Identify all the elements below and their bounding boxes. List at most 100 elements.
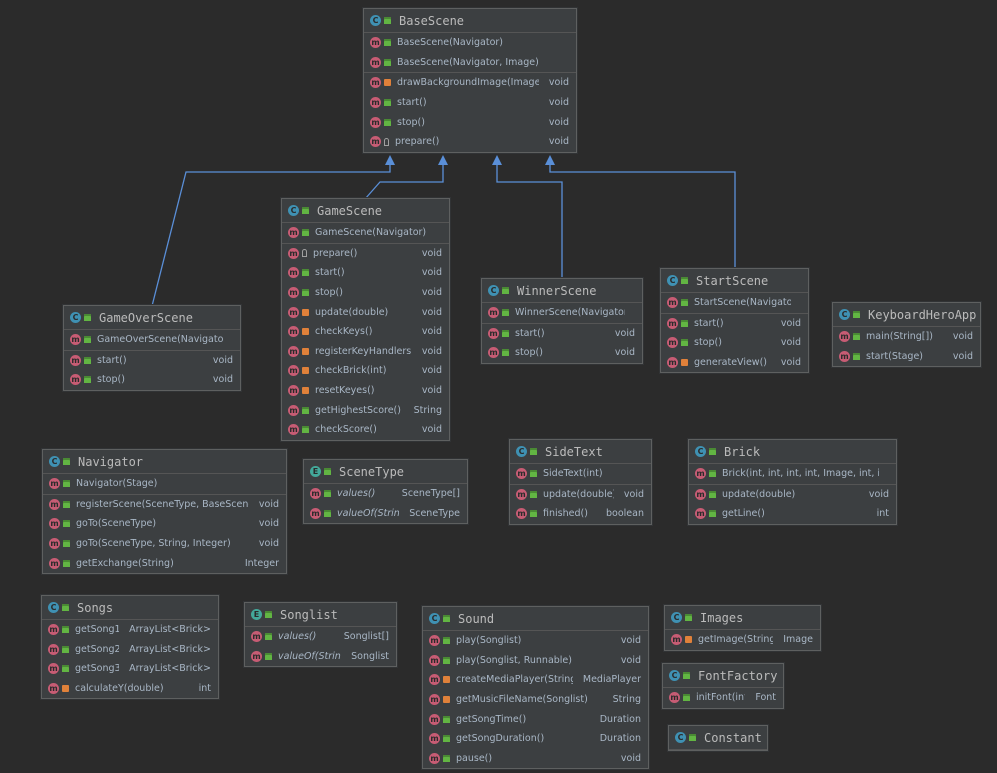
public-visibility-icon	[302, 207, 309, 214]
method-name: start()	[694, 317, 724, 329]
method-row[interactable]: m Brick(int, int, int, int, Image, int, i…	[689, 464, 896, 484]
class-box-game-scene[interactable]: C GameScene m GameScene(Navigator) m prepare(…	[281, 198, 450, 441]
method-name: checkScore()	[315, 424, 377, 436]
method-row[interactable]: m values() Songlist[]	[245, 627, 396, 647]
public-visibility-icon	[709, 490, 716, 498]
class-box-start-scene[interactable]: C StartScene m StartScene(Navigator) m start(…	[660, 268, 809, 374]
method-icon: m	[667, 337, 678, 349]
method-name: valueOf(String)	[337, 507, 400, 519]
method-row[interactable]: m checkScore() void	[282, 420, 449, 440]
method-row[interactable]: m stop() void	[482, 343, 642, 363]
method-row[interactable]: m getImage(String) Image	[665, 630, 820, 650]
method-row[interactable]: m GameScene(Navigator)	[282, 223, 449, 243]
method-name: calculateY(double)	[75, 683, 164, 695]
method-return-type: void	[421, 287, 442, 299]
method-return-type: void	[548, 77, 569, 89]
method-row[interactable]: m stop() void	[364, 112, 576, 132]
method-row[interactable]: m getSongDuration() Duration	[423, 729, 648, 749]
method-row[interactable]: m createMediaPlayer(String) MediaPlayer	[423, 670, 648, 690]
class-box-sound[interactable]: C Sound m play(Songlist) void m play(Songlist,…	[422, 606, 649, 770]
method-row[interactable]: m main(String[]) void	[833, 327, 980, 347]
method-row[interactable]: m start() void	[661, 312, 808, 334]
method-row[interactable]: m initFont(int) Font	[663, 688, 783, 708]
method-row[interactable]: m getSong3() ArrayList<Brick>	[42, 659, 218, 679]
method-row[interactable]: m prepare() void	[282, 242, 449, 264]
class-box-winner-scene[interactable]: C WinnerScene m WinnerScene(Navigator) m star…	[481, 278, 643, 364]
method-row[interactable]: m checkBrick(int) void	[282, 361, 449, 381]
class-box-scene-type[interactable]: E SceneType m values() SceneType[] m valueOf(S…	[303, 459, 468, 525]
method-row[interactable]: m getSongTime() Duration	[423, 709, 648, 729]
method-row[interactable]: m start(Stage) void	[833, 347, 980, 367]
class-box-side-text[interactable]: C SideText m SideText(int) m update(double) vo…	[509, 439, 652, 525]
method-row[interactable]: m valueOf(String) SceneType	[304, 504, 467, 524]
public-visibility-icon	[84, 356, 91, 364]
method-row[interactable]: m finished() boolean	[510, 504, 651, 524]
method-row[interactable]: m getHighestScore() String	[282, 400, 449, 420]
method-row[interactable]: m pause() void	[423, 749, 648, 769]
method-row[interactable]: m GameOverScene(Navigator)	[64, 330, 240, 350]
method-row[interactable]: m calculateY(double) int	[42, 679, 218, 699]
method-row[interactable]: m getExchange(String) Integer	[43, 553, 286, 573]
method-row[interactable]: m BaseScene(Navigator)	[364, 33, 576, 53]
method-row[interactable]: m goTo(SceneType, String, Integer) void	[43, 534, 286, 554]
method-row[interactable]: m getSong2() ArrayList<Brick>	[42, 640, 218, 660]
method-row[interactable]: m start() void	[64, 349, 240, 371]
method-row[interactable]: m update(double) void	[689, 483, 896, 505]
method-row[interactable]: m values() SceneType[]	[304, 484, 467, 504]
class-box-songs[interactable]: C Songs m getSong1() ArrayList<Brick> m getSon…	[41, 595, 219, 700]
method-row[interactable]: m registerScene(SceneType, BaseScene) void	[43, 493, 286, 515]
method-row[interactable]: m stop() void	[64, 370, 240, 390]
method-row[interactable]: m start() void	[282, 263, 449, 283]
method-name: WinnerScene(Navigator)	[515, 307, 625, 319]
method-row[interactable]: m play(Songlist) void	[423, 631, 648, 651]
method-name: GameScene(Navigator)	[315, 227, 427, 239]
class-box-constant[interactable]: C Constant	[668, 725, 768, 751]
class-box-keyboard-hero-app[interactable]: C KeyboardHeroApp m main(String[]) void m star…	[832, 302, 981, 368]
method-name: start()	[515, 327, 545, 339]
method-row[interactable]: m checkKeys() void	[282, 322, 449, 342]
method-row[interactable]: m update(double) void	[282, 302, 449, 322]
class-box-game-over-scene[interactable]: C GameOverScene m GameOverScene(Navigator) m…	[63, 305, 241, 391]
method-row[interactable]: m stop() void	[282, 283, 449, 303]
method-row[interactable]: m prepare() void	[364, 132, 576, 152]
public-visibility-icon	[502, 287, 509, 294]
method-row[interactable]: m registerKeyHandlers() void	[282, 342, 449, 362]
class-box-images[interactable]: C Images m getImage(String) Image	[664, 605, 821, 651]
class-box-songlist[interactable]: E Songlist m values() Songlist[] m valueOf(Str…	[244, 602, 397, 668]
public-visibility-icon	[683, 694, 690, 702]
method-row[interactable]: m Navigator(Stage)	[43, 474, 286, 494]
class-box-base-scene[interactable]: C BaseScene m BaseScene(Navigator) m BaseScen…	[363, 8, 577, 153]
method-row[interactable]: m generateView() void	[661, 353, 808, 373]
method-row[interactable]: m StartScene(Navigator)	[661, 293, 808, 313]
method-row[interactable]: m getSong1() ArrayList<Brick>	[42, 620, 218, 640]
method-icon: m	[310, 488, 321, 500]
method-name: resetKeyes()	[315, 385, 375, 397]
method-row[interactable]: m drawBackgroundImage(Image) void	[364, 72, 576, 93]
method-row[interactable]: m play(Songlist, Runnable) void	[423, 651, 648, 671]
class-box-brick[interactable]: C Brick m Brick(int, int, int, int, Image, …	[688, 439, 897, 525]
method-icon: m	[288, 247, 299, 259]
method-row[interactable]: m start() void	[364, 93, 576, 113]
method-row[interactable]: m getMusicFileName(Songlist) String	[423, 690, 648, 710]
method-return-type: void	[548, 97, 569, 109]
method-return-type: void	[421, 267, 442, 279]
method-icon: m	[288, 267, 299, 279]
public-visibility-icon	[63, 540, 70, 548]
method-row[interactable]: m BaseScene(Navigator, Image)	[364, 53, 576, 73]
method-row[interactable]: m update(double) void	[510, 483, 651, 505]
method-row[interactable]: m goTo(SceneType) void	[43, 514, 286, 534]
method-row[interactable]: m SideText(int)	[510, 464, 651, 484]
method-icon: m	[288, 326, 299, 338]
public-visibility-icon	[502, 309, 509, 317]
method-row[interactable]: m start() void	[482, 322, 642, 344]
method-icon: m	[429, 713, 440, 725]
class-box-font-factory[interactable]: C FontFactory m initFont(int) Font	[662, 663, 784, 709]
class-name: WinnerScene	[517, 283, 597, 298]
public-visibility-icon	[384, 17, 391, 24]
method-row[interactable]: m getLine() int	[689, 504, 896, 524]
method-row[interactable]: m resetKeyes() void	[282, 381, 449, 401]
method-row[interactable]: m stop() void	[661, 333, 808, 353]
class-box-navigator[interactable]: C Navigator m Navigator(Stage) m registerScen…	[42, 449, 287, 574]
method-row[interactable]: m valueOf(String) Songlist	[245, 647, 396, 667]
method-row[interactable]: m WinnerScene(Navigator)	[482, 303, 642, 323]
